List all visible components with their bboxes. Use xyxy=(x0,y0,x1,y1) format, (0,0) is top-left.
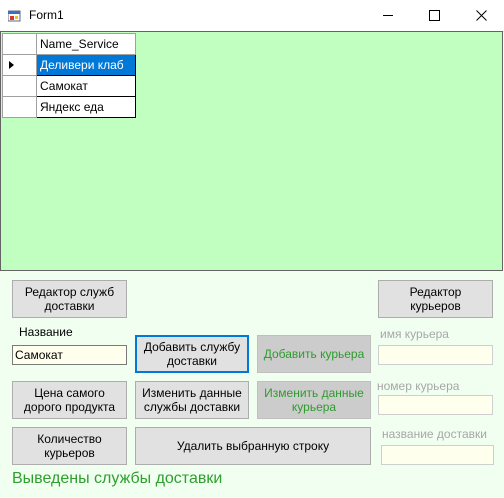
status-label: Выведены службы доставки xyxy=(12,470,223,487)
current-row-arrow-icon xyxy=(9,61,14,69)
delivery-name-label: название доставки xyxy=(382,427,487,441)
grid-cell[interactable]: Яндекс еда xyxy=(36,96,136,118)
courier-name-label: имя курьера xyxy=(380,327,449,341)
maximize-icon xyxy=(428,10,440,22)
column-header-name-service[interactable]: Name_Service xyxy=(36,33,136,55)
name-input[interactable]: Самокат xyxy=(12,345,127,365)
row-header[interactable] xyxy=(2,75,37,97)
row-header[interactable] xyxy=(2,54,37,76)
change-service-button[interactable]: Изменить данные службы доставки xyxy=(135,381,249,419)
row-header[interactable] xyxy=(2,96,37,118)
add-courier-button[interactable]: Добавить курьера xyxy=(257,335,371,373)
courier-name-input[interactable] xyxy=(378,345,493,365)
courier-number-input[interactable] xyxy=(378,395,493,415)
delete-row-button[interactable]: Удалить выбранную строку xyxy=(135,427,371,465)
grid-corner-cell[interactable] xyxy=(2,33,37,55)
app-icon xyxy=(8,10,21,22)
edit-services-button[interactable]: Редактор служб доставки xyxy=(12,280,127,318)
courier-number-label: номер курьера xyxy=(377,379,460,393)
minimize-button[interactable] xyxy=(365,0,411,31)
expensive-price-button[interactable]: Цена самого дорого продукта xyxy=(12,381,127,419)
edit-couriers-button[interactable]: Редактор курьеров xyxy=(378,280,493,318)
couriers-count-button[interactable]: Количество курьеров xyxy=(12,427,127,465)
title-bar: Form1 xyxy=(0,0,504,32)
add-service-button[interactable]: Добавить службу доставки xyxy=(135,335,249,373)
change-courier-button[interactable]: Изменить данные курьера xyxy=(257,381,371,419)
grid-cell[interactable]: Деливери клаб xyxy=(36,54,136,76)
maximize-button[interactable] xyxy=(411,0,457,31)
data-grid[interactable]: Name_Service Деливери клаб Самокат Яндек… xyxy=(0,31,503,271)
close-button[interactable] xyxy=(458,0,504,31)
window-title: Form1 xyxy=(29,8,64,22)
delivery-name-input[interactable] xyxy=(381,445,494,465)
close-icon xyxy=(475,10,487,22)
minimize-icon xyxy=(382,15,393,17)
name-label: Название xyxy=(19,325,73,339)
grid-cell[interactable]: Самокат xyxy=(36,75,136,97)
